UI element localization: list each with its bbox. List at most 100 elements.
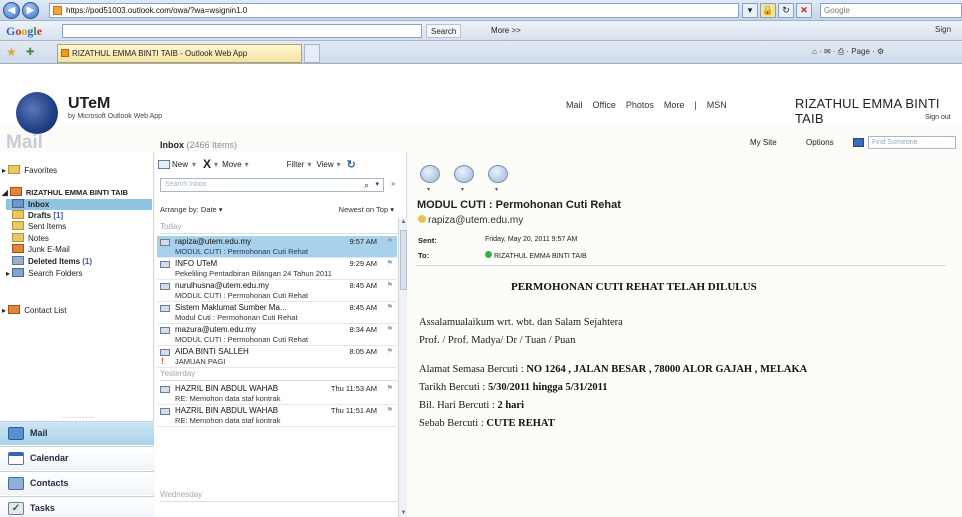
browser-search-input[interactable]: Google xyxy=(820,3,962,18)
message-row[interactable]: HAZRIL BIN ABDUL WAHAB Thu 11:51 AM ⚑ RE… xyxy=(157,405,397,427)
scroll-down-icon[interactable]: ▼ xyxy=(400,510,407,516)
back-icon[interactable]: ◀ xyxy=(3,2,20,19)
nav-mail[interactable]: Mail xyxy=(566,100,583,110)
refresh-icon[interactable]: ↻ xyxy=(778,3,794,18)
google-more-button[interactable]: More >> xyxy=(488,24,524,38)
flag-icon[interactable]: ⚑ xyxy=(387,406,393,414)
reply-button[interactable]: ▾ xyxy=(420,165,440,193)
message-sender[interactable]: rapiza@utem.edu.my xyxy=(418,215,523,226)
stop-icon[interactable]: ✕ xyxy=(796,3,812,18)
tab-owa[interactable]: RIZATHUL EMMA BINTI TAIB - Outlook Web A… xyxy=(57,44,302,63)
add-favorite-icon[interactable]: ✚ xyxy=(26,47,34,58)
envelope-icon xyxy=(160,408,170,415)
folder-drafts[interactable]: Drafts [1] xyxy=(12,210,63,220)
message-row[interactable]: INFO UTeM 9:29 AM ⚑ Pekeliling Pentadbir… xyxy=(157,258,397,280)
folder-notes[interactable]: Notes xyxy=(12,233,49,243)
envelope-icon xyxy=(160,386,170,393)
message-row[interactable]: Sistem Maklumat Sumber Ma... 8:45 AM ⚑ M… xyxy=(157,302,397,324)
mailbox-icon xyxy=(9,187,22,196)
options-link[interactable]: Options xyxy=(806,138,834,147)
folder-count: (1) xyxy=(82,257,93,266)
forward-button[interactable]: ▾ xyxy=(488,165,508,193)
move-dropdown-icon[interactable]: ▾ xyxy=(245,160,249,169)
favorites-star-icon[interactable]: ★ xyxy=(6,45,17,59)
dropdown-icon[interactable]: ▾ xyxy=(742,3,758,18)
google-search-field[interactable] xyxy=(62,24,422,38)
to-recipient[interactable]: RIZATHUL EMMA BINTI TAIB xyxy=(485,251,587,260)
nav-more[interactable]: More xyxy=(664,100,685,110)
flag-icon[interactable]: ⚑ xyxy=(387,237,393,245)
message-list-scrollbar[interactable]: ▲ ▼ xyxy=(398,218,407,517)
contacts-module-button[interactable]: Contacts xyxy=(0,471,154,495)
find-someone-input[interactable]: Find Someone xyxy=(853,136,956,149)
filter-button[interactable]: Filter xyxy=(287,160,305,169)
folder-inbox[interactable]: Inbox xyxy=(12,199,49,209)
tasks-module-button[interactable]: ✓ Tasks xyxy=(0,496,154,517)
url-field[interactable]: https://pod51003.outlook.com/owa/?wa=wsi… xyxy=(49,3,739,18)
search-options-icon[interactable]: ▾ xyxy=(375,179,379,191)
body-salutation: Prof. / Prof. Madya/ Dr / Tuan / Puan xyxy=(419,335,576,346)
google-signin-link[interactable]: Sign xyxy=(935,25,951,34)
flag-icon[interactable]: ⚑ xyxy=(387,347,393,355)
nav-msn[interactable]: MSN xyxy=(707,100,727,110)
flag-icon[interactable]: ⚑ xyxy=(387,325,393,333)
scrollbar-thumb[interactable] xyxy=(400,230,407,290)
folder-deleted[interactable]: Deleted Items (1) xyxy=(12,256,92,266)
pane-resize-handle[interactable]: ........... xyxy=(62,413,94,420)
header-divider xyxy=(416,265,946,266)
forward-icon[interactable]: ▶ xyxy=(22,2,39,19)
folder-search[interactable]: ▸ Search Folders xyxy=(6,268,83,278)
message-row[interactable]: mazura@utem.edu.my 8:34 AM ⚑ MODUL CUTI … xyxy=(157,324,397,346)
filter-dropdown-icon[interactable]: ▾ xyxy=(307,160,311,169)
reply-all-button[interactable]: ▾ xyxy=(454,165,474,193)
message-subject: MODUL CUTI : Permohonan Cuti Rehat xyxy=(175,335,309,344)
delete-button[interactable]: X xyxy=(203,157,211,171)
inbox-search-input[interactable]: Search Inbox ⌕ ▾ xyxy=(160,178,384,192)
message-row[interactable]: nurulhusna@utem.edu.my 8:45 AM ⚑ MODUL C… xyxy=(157,280,397,302)
search-icon[interactable]: ⌕ xyxy=(364,179,369,191)
message-from: rapiza@utem.edu.my xyxy=(175,237,252,246)
reason-value: CUTE REHAT xyxy=(486,418,555,429)
message-from: nurulhusna@utem.edu.my xyxy=(175,281,269,290)
new-button[interactable]: New xyxy=(172,160,188,169)
address-book-icon[interactable] xyxy=(853,138,864,147)
move-button[interactable]: Move xyxy=(222,160,242,169)
calendar-module-button[interactable]: Calendar xyxy=(0,446,154,470)
view-dropdown-icon[interactable]: ▾ xyxy=(337,160,341,169)
message-subject: Modul Cuti : Permohonan Cuti Rehat xyxy=(175,313,298,322)
nav-office[interactable]: Office xyxy=(593,100,616,110)
body-dates: Tarikh Bercuti : 5/30/2011 hingga 5/31/2… xyxy=(419,382,608,393)
folder-sent-items[interactable]: Sent Items xyxy=(12,221,66,231)
mail-module-button[interactable]: Mail xyxy=(0,421,154,445)
contact-list-node[interactable]: ▸ Contact List xyxy=(2,305,67,315)
group-today: Today xyxy=(160,222,400,234)
sort-order-dropdown[interactable]: Newest on Top ▾ xyxy=(339,205,394,214)
message-row[interactable]: rapiza@utem.edu.my 9:57 AM ⚑ MODUL CUTI … xyxy=(157,236,397,258)
flag-icon[interactable]: ⚑ xyxy=(387,259,393,267)
my-site-link[interactable]: My Site xyxy=(750,138,777,147)
command-bar[interactable]: ⌂ · ✉ · ⎙ · Page · ⚙ xyxy=(812,47,884,57)
message-time: 8:45 AM xyxy=(349,303,377,312)
flag-icon[interactable]: ⚑ xyxy=(387,281,393,289)
new-dropdown-icon[interactable]: ▾ xyxy=(192,160,196,169)
flag-icon[interactable]: ⚑ xyxy=(387,303,393,311)
message-subject-heading: MODUL CUTI : Permohonan Cuti Rehat xyxy=(417,199,621,211)
folder-junk[interactable]: Junk E-Mail xyxy=(12,244,70,254)
new-tab-button[interactable] xyxy=(304,44,320,63)
message-from: Sistem Maklumat Sumber Ma... xyxy=(175,303,287,312)
google-search-button[interactable]: Search xyxy=(426,24,462,38)
message-row[interactable]: ! AIDA BINTI SALLEH 8:05 AM ⚑ JAMUAN PAG… xyxy=(157,346,397,368)
flag-icon[interactable]: ⚑ xyxy=(387,384,393,392)
favorites-node[interactable]: ▸ Favorites xyxy=(2,165,57,175)
lock-icon[interactable]: 🔒 xyxy=(760,3,776,18)
arrange-by-dropdown[interactable]: Arrange by: Date ▾ xyxy=(160,205,223,214)
nav-photos[interactable]: Photos xyxy=(626,100,654,110)
collapse-icon[interactable]: » xyxy=(391,179,395,188)
refresh-icon[interactable]: ↻ xyxy=(347,158,356,171)
sign-out-link[interactable]: Sign out xyxy=(925,114,951,121)
mailbox-node[interactable]: ◢ RIZATHUL EMMA BINTI TAIB xyxy=(2,187,128,197)
delete-dropdown-icon[interactable]: ▾ xyxy=(214,160,218,169)
message-row[interactable]: HAZRIL BIN ABDUL WAHAB Thu 11:53 AM ⚑ RE… xyxy=(157,383,397,405)
view-button[interactable]: View xyxy=(316,160,333,169)
scroll-up-icon[interactable]: ▲ xyxy=(400,219,407,225)
